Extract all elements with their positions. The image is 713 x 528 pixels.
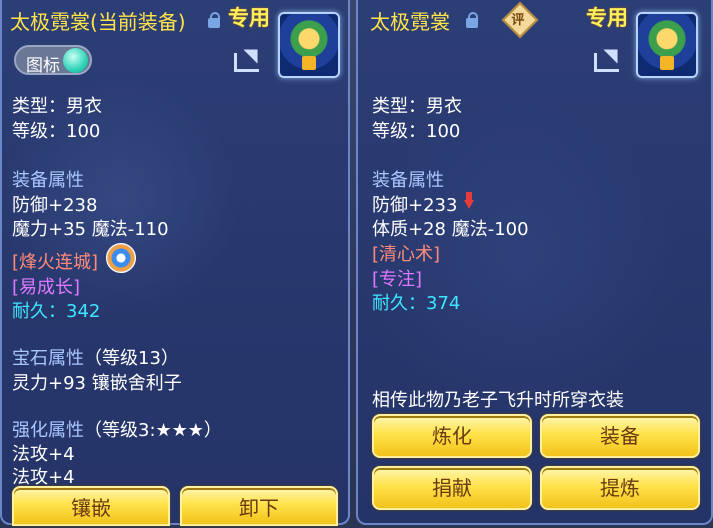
gem-level: （等级13） [84,348,179,369]
current-equipment-panel: 太极霓裳(当前装备) 专用 图标 类型：男衣 等级：100 装备属性 防御+23… [0,0,350,526]
refine-button[interactable]: 炼化 [372,414,532,458]
item-name: 太极霓裳 [10,10,90,34]
skill-effect: [清心术] [372,244,441,265]
gem-header: 宝石属性 [12,348,84,369]
current-equipped-tag: (当前装备) [90,10,186,34]
enhance-attr: 强化属性（等级3:★★★） [12,416,222,442]
rate-badge-label: 评 [511,13,525,29]
lock-icon [208,12,220,28]
item-level: 等级：100 [12,121,101,142]
exclusive-label: 专用 [586,6,628,30]
item-title: 太极霓裳(当前装备) [10,6,186,35]
enhance-level: （等级3:★★★） [84,420,222,441]
extract-button[interactable]: 提炼 [540,466,700,510]
share-icon[interactable] [594,42,625,72]
defense-stat: 防御+233 [372,195,458,216]
enhance-header: 强化属性 [12,420,84,441]
defense-stat: 防御+238 [12,195,98,216]
durability: 耐久：342 [12,297,100,323]
lock-icon [466,12,478,28]
item-type: 类型：男衣 [372,96,462,117]
equipment-item-icon[interactable] [278,12,340,78]
compare-equipment-panel: 太极霓裳 评 专用 类型：男衣 等级：100 装备属性 防御+233 体质+28… [356,0,713,525]
donate-button[interactable]: 捐献 [372,466,532,510]
constitution-stat: 体质+28 魔法-100 [372,219,529,240]
equip-attr-header: 装备属性 [12,170,84,191]
inlay-button[interactable]: 镶嵌 [12,486,170,526]
item-name: 太极霓裳 [370,10,450,34]
magic-stat: 魔力+35 魔法-110 [12,219,169,240]
item-type: 类型：男衣 [12,96,102,117]
icon-toggle[interactable]: 图标 [14,45,92,76]
gem-stats: 灵力+93 镶嵌舍利子 [12,373,182,394]
item-description: 相传此物乃老子飞升时所穿衣装 [372,390,624,411]
durability-value: 374 [426,293,461,314]
durability-label: 耐久： [12,301,66,322]
rate-badge-icon[interactable]: 评 [501,1,539,39]
equip-button[interactable]: 装备 [540,414,700,458]
special-effect: [专注] [372,269,423,290]
down-arrow-icon [464,192,474,210]
unequip-button[interactable]: 卸下 [180,486,338,526]
durability: 耐久：374 [372,289,460,315]
durability-value: 342 [66,301,101,322]
toggle-knob-icon [63,48,88,73]
gem-attr: 宝石属性（等级13） [12,344,179,370]
durability-label: 耐久： [372,293,426,314]
equipment-item-icon[interactable] [636,12,698,78]
skill-swirl-icon[interactable] [106,243,136,273]
exclusive-label: 专用 [228,6,270,30]
toggle-label: 图标 [26,56,60,76]
equip-attr-header: 装备属性 [372,170,444,191]
share-icon[interactable] [234,42,265,72]
skill-effect: [烽火连城] [12,252,99,273]
special-effect: [易成长] [12,277,81,298]
item-level: 等级：100 [372,121,461,142]
